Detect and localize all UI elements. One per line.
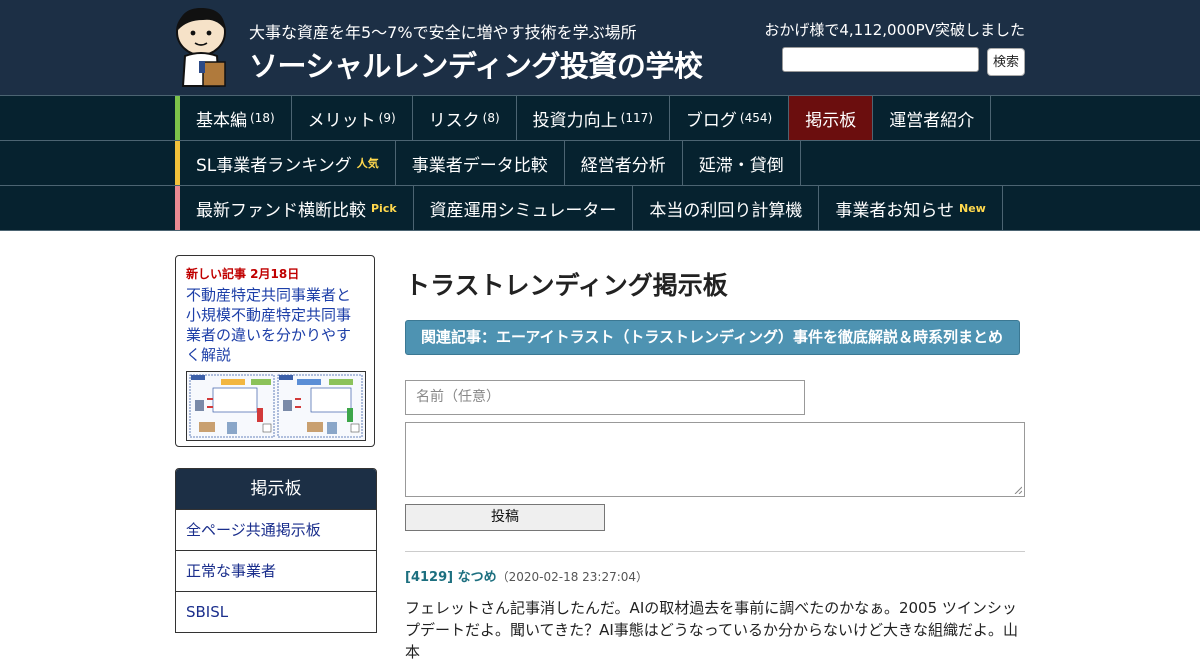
nav-item[interactable]: リスク (8) <box>413 96 517 140</box>
nav-item[interactable]: 事業者お知らせ New <box>819 186 1003 230</box>
nav-item-label: 投資力向上 <box>532 110 618 131</box>
related-article-button[interactable]: 関連記事：エーアイトラスト（トラストレンディング）事件を徹底解説＆時系列まとめ <box>405 320 1020 355</box>
nav-item-label: 運営者紹介 <box>889 110 975 131</box>
nav-row: 最新ファンド横断比較 Pick 資産運用シミュレーター 本当の利回り計算機 事業者お知ら… <box>0 185 1200 231</box>
nav-item-count: (454) <box>739 111 773 125</box>
nav-item-count: (18) <box>250 111 275 125</box>
main-content: トラストレンディング掲示板 関連記事：エーアイトラスト（トラストレンディング）事… <box>405 255 1025 661</box>
nav-item-label: ブログ <box>685 110 737 131</box>
nav-item-count: (9) <box>378 111 396 125</box>
search-input[interactable] <box>782 47 979 72</box>
name-input[interactable]: 名前（任意） <box>405 380 805 415</box>
nav-item-label: メリット <box>307 110 376 131</box>
nav-item-label: 資産運用シミュレーター <box>429 200 617 221</box>
new-article-box: 新しい記事 2月18日 不動産特定共同事業者と小規模不動産特定共同事業者の違いを… <box>175 255 375 447</box>
bbs-link-normal[interactable]: 正常な事業者 <box>176 550 376 591</box>
nav-item-count: (8) <box>482 111 500 125</box>
nav-item-label: 掲示板 <box>805 110 857 131</box>
nav-item[interactable]: 本当の利回り計算機 <box>633 186 820 230</box>
nav-item[interactable]: ブログ (454) <box>670 96 790 140</box>
nav-row: 基本編 (18) メリット (9) リスク (8) 投資力向上 (117) ブログ (454) 掲示… <box>0 95 1200 140</box>
nav-item-label: 本当の利回り計算機 <box>649 200 803 221</box>
bbs-menu-title: 掲示板 <box>176 469 376 509</box>
article-thumbnail[interactable] <box>186 371 366 441</box>
pageview-counter: おかげ様で4,112,000PV突破しました <box>764 21 1025 39</box>
site-tagline: 大事な資産を年5～7%で安全に増やす技術を学ぶ場所 <box>249 23 637 42</box>
resize-grip-icon[interactable] <box>1014 486 1022 494</box>
nav-item[interactable]: 運営者紹介 <box>873 96 992 140</box>
nav-item[interactable]: SL事業者ランキング 人気 <box>180 141 396 185</box>
new-article-link[interactable]: 不動産特定共同事業者と小規模不動産特定共同事業者の違いを分かりやすく解説 <box>186 285 364 365</box>
nav-item-label: 最新ファンド横断比較 <box>196 200 366 221</box>
nav-item-label: SL事業者ランキング <box>196 155 352 176</box>
bbs-link-sbisl[interactable]: SBISL <box>176 591 376 632</box>
message-textarea[interactable] <box>405 422 1025 497</box>
new-article-date: 新しい記事 2月18日 <box>186 267 300 281</box>
bbs-menu: 掲示板 全ページ共通掲示板 正常な事業者 SBISL <box>175 468 377 633</box>
nav-item-tag: 人気 <box>356 157 379 170</box>
site-title[interactable]: ソーシャルレンディング投資の学校 <box>249 43 703 85</box>
nav-item-label: リスク <box>428 110 480 131</box>
post-button[interactable]: 投稿 <box>405 504 605 531</box>
nav-row: SL事業者ランキング 人気 事業者データ比較 経営者分析 延滞・貸倒 <box>0 140 1200 185</box>
post-header: [4129] なつめ（2020-02-18 23:27:04） <box>405 566 648 585</box>
sidebar: 新しい記事 2月18日 不動産特定共同事業者と小規模不動産特定共同事業者の違いを… <box>175 255 377 633</box>
nav-item-tag: Pick <box>371 201 397 215</box>
nav-item[interactable]: メリット (9) <box>292 96 413 140</box>
nav-item[interactable]: 延滞・貸倒 <box>683 141 801 185</box>
site-header: 大事な資産を年5～7%で安全に増やす技術を学ぶ場所 ソーシャルレンディング投資の… <box>0 0 1200 95</box>
post-date: （2020-02-18 23:27:04） <box>496 570 649 584</box>
nav-item[interactable]: 投資力向上 (117) <box>517 96 670 140</box>
post-body: フェレットさん記事消したんだ。AIの取材過去を事前に調べたのかなぁ。2005 ツ… <box>405 599 1019 661</box>
nav-item-count: (117) <box>620 111 653 125</box>
bbs-link-common[interactable]: 全ページ共通掲示板 <box>176 509 376 550</box>
nav-item[interactable]: 資産運用シミュレーター <box>414 186 634 230</box>
nav-item-label: 延滞・貸倒 <box>698 155 784 176</box>
nav-item[interactable]: 最新ファンド横断比較 Pick <box>180 186 414 230</box>
search-button[interactable]: 検索 <box>987 48 1025 76</box>
nav-item-label: 基本編 <box>196 110 247 131</box>
nav-item-tag: New <box>959 201 986 215</box>
nav-item[interactable]: 経営者分析 <box>565 141 683 185</box>
mascot-logo[interactable] <box>173 6 235 90</box>
nav-item[interactable]: 掲示板 <box>789 96 874 140</box>
post-author[interactable]: [4129] なつめ <box>405 570 497 585</box>
nav-item-label: 事業者データ比較 <box>411 155 548 176</box>
nav-item[interactable]: 事業者データ比較 <box>396 141 565 185</box>
nav-item-label: 事業者お知らせ <box>835 200 955 221</box>
main-navigation: 基本編 (18) メリット (9) リスク (8) 投資力向上 (117) ブログ (454) 掲示… <box>0 95 1200 231</box>
nav-item-label: 経営者分析 <box>580 155 666 176</box>
divider <box>405 551 1025 552</box>
page-title: トラストレンディング掲示板 <box>405 271 728 300</box>
nav-item[interactable]: 基本編 (18) <box>180 96 292 140</box>
